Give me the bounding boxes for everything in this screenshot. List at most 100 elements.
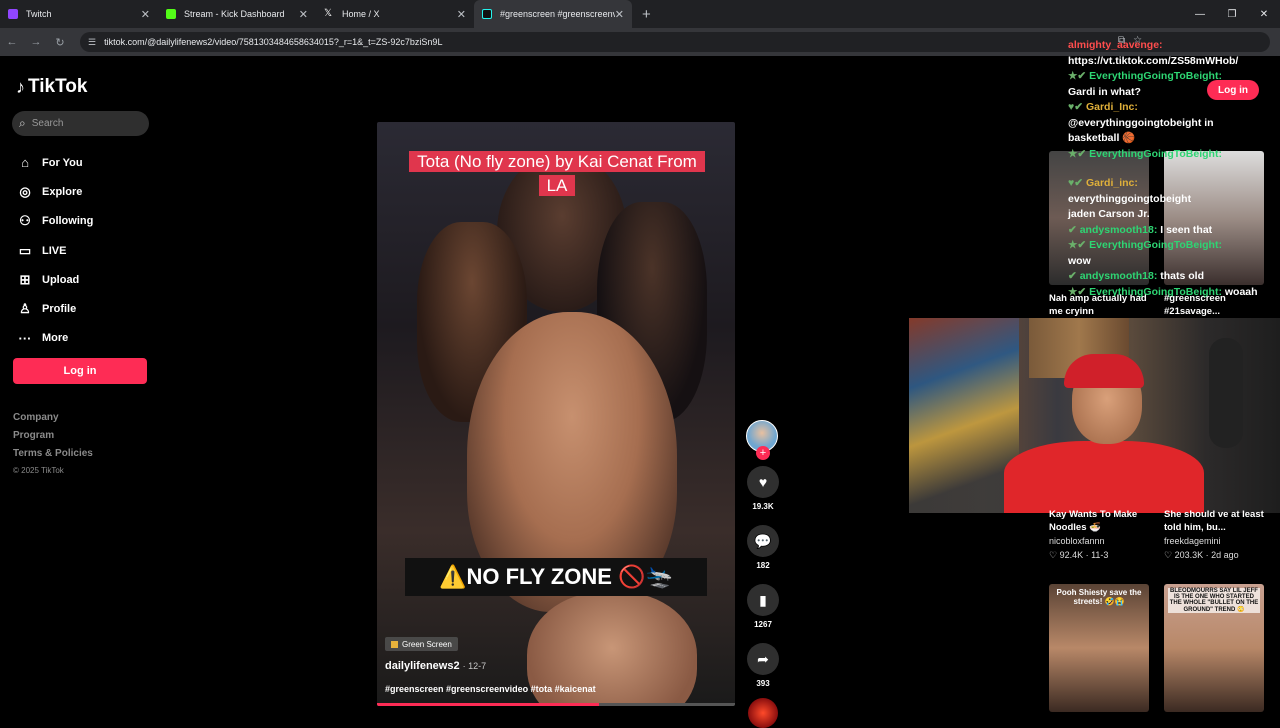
stream-chat-overlay: almighty_aavenge: https://vt.tiktok.com/… [1068, 38, 1280, 300]
recommended-video-author[interactable]: freekdagemini [1164, 536, 1221, 546]
heart-icon[interactable]: ♥ [747, 466, 779, 498]
chat-message: @everythinggoingtobeight in basketball 🏀 [1068, 116, 1248, 147]
close-icon[interactable]: ✕ [615, 8, 624, 21]
chat-text: wow [1068, 254, 1091, 267]
chat-message: everythinggoingtobeight jaden Carson Jr. [1068, 192, 1218, 223]
footer-link-company[interactable]: Company [13, 412, 93, 430]
close-icon[interactable]: ✕ [141, 8, 150, 21]
close-icon[interactable]: ✕ [457, 8, 466, 21]
profile-icon: ♙ [19, 301, 31, 317]
sidebar-item-upload[interactable]: ⊞ Upload [16, 265, 93, 294]
close-window-icon[interactable]: ✕ [1248, 9, 1280, 20]
url-text: tiktok.com/@dailylifenews2/video/7581303… [104, 37, 443, 47]
login-button[interactable]: Log in [13, 358, 147, 384]
chat-message: ♥✔ Gardi_inc: [1068, 176, 1280, 192]
sidebar-item-live[interactable]: ▭ LIVE [16, 236, 93, 265]
sidebar-item-explore[interactable]: ◎ Explore [16, 177, 93, 206]
chat-text: @everythinggoingtobeight in basketball 🏀 [1068, 116, 1214, 145]
reload-icon[interactable]: ↻ [48, 36, 72, 49]
copyright: © 2025 TikTok [13, 466, 64, 475]
recommended-video-title[interactable]: Kay Wants To Make Noodles 🍜 [1049, 508, 1154, 534]
effect-badge[interactable]: Green Screen [385, 637, 458, 651]
thumbnail-caption: BLEODMOURRS SAY LIL JEFF IS THE ONE WHO … [1168, 588, 1260, 613]
sidebar-item-following[interactable]: ⚇ Following [16, 207, 93, 236]
video-caption-top: Tota (No fly zone) by Kai Cenat From LA [405, 150, 709, 198]
sidebar-item-profile[interactable]: ♙ Profile [16, 294, 93, 323]
sidebar-item-label: For You [42, 156, 83, 169]
video-progress-bar[interactable] [377, 703, 735, 706]
progress-fill [377, 703, 599, 706]
back-icon[interactable]: ← [0, 36, 24, 48]
new-tab-button[interactable]: + [642, 6, 651, 23]
chat-message: https://vt.tiktok.com/ZS58mWHob/ [1068, 54, 1280, 70]
sidebar-item-label: Explore [42, 185, 83, 198]
close-icon[interactable]: ✕ [299, 8, 308, 21]
tab-title: Twitch [26, 9, 52, 19]
chat-username: andysmooth18: [1079, 223, 1158, 236]
footer-link-program[interactable]: Program [13, 430, 93, 448]
recommended-video-author[interactable]: nicobloxfannn [1049, 536, 1105, 546]
tiktok-note-icon: ♪ [16, 76, 25, 97]
save-action[interactable]: ▮ 1267 [746, 584, 780, 629]
sidebar-item-more[interactable]: ··· More [16, 324, 93, 353]
share-count: 393 [756, 679, 770, 688]
like-action[interactable]: ♥ 19.3K [746, 466, 780, 511]
chat-username: Gardi_Inc: [1085, 101, 1138, 113]
recommended-video-title[interactable]: She should ve at least told him, bu... [1164, 508, 1269, 534]
music-disc-icon[interactable] [748, 698, 778, 728]
caption-text: Tota (No fly zone) by Kai Cenat From LA [409, 151, 705, 196]
tab-title: #greenscreen #greenscreenvid [500, 9, 615, 19]
sidebar-item-label: LIVE [42, 244, 67, 257]
webcam-streamer-shirt [1004, 441, 1204, 513]
tiktok-logo[interactable]: ♪ TikTok [16, 76, 87, 98]
share-icon[interactable]: ➦ [747, 643, 779, 675]
video-hashtags[interactable]: #greenscreen #greenscreenvideo #tota #ka… [385, 684, 596, 694]
chat-username: andysmooth18: [1079, 270, 1158, 282]
tab-kick[interactable]: Stream - Kick Dashboard ✕ [158, 0, 316, 28]
recommended-video-stats: ♡ 92.4K · 11-3 [1049, 550, 1109, 560]
webcam-streamer [1004, 346, 1204, 513]
recommended-video-thumbnail[interactable]: BLEODMOURRS SAY LIL JEFF IS THE ONE WHO … [1164, 584, 1264, 712]
badge-label: Green Screen [402, 639, 452, 649]
minimize-icon[interactable]: — [1184, 9, 1216, 20]
bookmark-icon[interactable]: ▮ [747, 584, 779, 616]
chat-message: ★✔ EverythingGoingToBeight: [1068, 238, 1280, 254]
comment-action[interactable]: 💬 182 [746, 525, 780, 570]
sidebar-nav: ⌂ For You ◎ Explore ⚇ Following ▭ LIVE ⊞… [16, 148, 94, 353]
tab-tiktok[interactable]: #greenscreen #greenscreenvid ✕ [474, 0, 632, 28]
share-action[interactable]: ➦ 393 [746, 643, 780, 688]
chat-message: ♥✔ Gardi_Inc: [1068, 100, 1280, 116]
recommended-video-title[interactable]: Nah amp actually had me cryinn [1049, 292, 1154, 318]
follow-plus-icon[interactable]: + [756, 446, 770, 460]
recommended-video-title[interactable]: #greenscreen #21savage... [1164, 292, 1269, 318]
green-screen-icon [391, 640, 398, 648]
chat-text: https://vt.tiktok.com/ZS58mWHob/ [1068, 54, 1239, 67]
recommended-video-thumbnail[interactable]: Pooh Shiesty save the streets! 🤣😭 [1049, 584, 1149, 712]
site-info-icon[interactable]: ☰ [88, 37, 96, 48]
chat-username: EverythingGoingToBeight: [1089, 239, 1222, 251]
chat-username: Gardi_inc: [1085, 177, 1138, 189]
sidebar-item-for-you[interactable]: ⌂ For You [16, 148, 93, 177]
footer-link-terms[interactable]: Terms & Policies [13, 448, 93, 466]
upload-icon: ⊞ [19, 271, 31, 287]
sidebar-item-label: More [42, 332, 69, 345]
sidebar-item-label: Following [42, 215, 94, 228]
chat-message: ★✔ EverythingGoingToBeight: [1068, 147, 1280, 163]
microphone-icon [1209, 338, 1243, 448]
restore-icon[interactable]: ❐ [1216, 9, 1248, 20]
search-input[interactable]: ⌕ Search [12, 111, 149, 136]
tab-title: Stream - Kick Dashboard [184, 9, 285, 19]
tab-x[interactable]: 𝕏 Home / X ✕ [316, 0, 474, 28]
video-player[interactable]: Tota (No fly zone) by Kai Cenat From LA … [377, 122, 735, 706]
video-author[interactable]: dailylifenews2 · 12-7 [385, 660, 486, 672]
forward-icon[interactable]: → [24, 36, 48, 48]
chat-text: Gardi in what? [1068, 85, 1141, 98]
chat-badge-icon: ★✔ [1068, 147, 1090, 160]
avatar[interactable]: + [746, 420, 778, 460]
chat-badge-icon: ✔ [1068, 270, 1080, 282]
header-login-button[interactable]: Log in [1207, 80, 1259, 100]
recommended-video-stats: ♡ 203.3K · 2d ago [1164, 550, 1239, 560]
comment-icon[interactable]: 💬 [747, 525, 779, 557]
tab-twitch[interactable]: Twitch ✕ [0, 0, 158, 28]
chat-text: thats old [1160, 270, 1204, 282]
